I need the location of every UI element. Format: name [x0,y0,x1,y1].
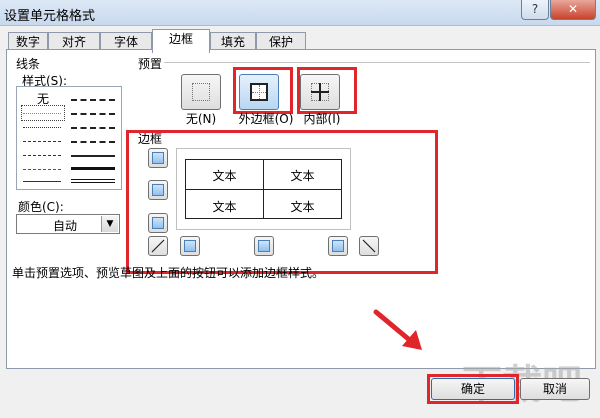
line-style-dash-dot-dot[interactable] [23,141,61,142]
tab-label: 字体 [113,35,138,49]
line-style-slant-dash-dot[interactable] [71,113,115,115]
border-top-icon [152,152,164,164]
preset-separator [164,62,590,63]
line-style-medium-dash-dot[interactable] [71,127,115,129]
border-preview[interactable]: 文本 文本 文本 文本 [176,148,351,230]
hint-text: 单击预置选项、预览草图及上面的按钮可以添加边框样式。 [12,266,325,280]
line-style-double[interactable] [71,179,115,183]
preview-grid: 文本 文本 文本 文本 [185,159,342,219]
line-style-thin[interactable] [23,181,61,182]
tab-label: 数字 [15,35,40,49]
border-diagonal-down-button[interactable] [359,236,379,256]
diagonal-down-icon [362,239,376,253]
diagonal-up-icon [151,239,165,253]
arrow-annotation [373,309,422,350]
line-style-thick[interactable] [71,167,115,170]
border-diagonal-up-button[interactable] [148,236,168,256]
preset-outline-label: 外边框(O) [238,112,294,126]
line-style-medium-dash-dot-dot[interactable] [71,99,115,101]
border-middle-horizontal-icon [152,184,164,196]
preview-cell: 文本 [290,200,315,214]
border-right-button[interactable] [328,236,348,256]
highlight-outline-preset [233,67,293,114]
border-top-button[interactable] [148,148,168,168]
line-style-medium[interactable] [71,155,115,157]
border-right-icon [332,240,344,252]
tab-label: 保护 [268,35,293,49]
preset-none-label: 无(N) [185,112,217,126]
preview-inner-horizontal [186,189,341,190]
border-none-icon [192,83,210,101]
window-title: 设置单元格格式 [4,9,96,24]
color-label: 颜色(C): [18,200,64,214]
close-button[interactable]: ✕ [550,0,596,20]
border-bottom-button[interactable] [148,213,168,233]
line-style-medium-dashed[interactable] [71,141,115,143]
border-middle-horizontal-button[interactable] [148,180,168,200]
tab-label: 填充 [220,35,245,49]
border-bottom-icon [152,217,164,229]
chevron-down-icon[interactable]: ▼ [101,216,118,232]
border-middle-vertical-button[interactable] [254,236,274,256]
tab-label: 边框 [168,32,193,46]
line-style-list[interactable]: 无 [16,86,122,190]
tab-border[interactable]: 边框 [152,29,210,53]
preset-none-button[interactable] [181,74,221,110]
border-left-button[interactable] [180,236,200,256]
preview-cell: 文本 [212,169,237,183]
line-style-dashed[interactable] [23,169,61,170]
preview-cell: 文本 [290,169,315,183]
close-icon: ✕ [567,2,579,16]
preset-inside-label: 内部(I) [303,112,341,126]
tab-label: 对齐 [61,35,86,49]
border-left-icon [184,240,196,252]
title-bar: 设置单元格格式 ? ✕ [0,0,600,26]
line-style-dotted[interactable] [23,127,61,128]
line-style-hair[interactable] [23,113,61,114]
highlight-inside-preset [297,67,357,114]
preset-group-label: 预置 [138,57,163,71]
cancel-label: 取消 [542,382,567,396]
border-middle-vertical-icon [258,240,270,252]
line-group-label: 线条 [16,57,41,71]
preview-cell: 文本 [212,200,237,214]
cancel-button[interactable]: 取消 [520,378,590,400]
color-select[interactable]: 自动 ▼ [16,214,120,234]
color-value: 自动 [53,219,78,233]
highlight-ok-button [427,374,519,404]
line-style-dash-dot[interactable] [23,155,61,156]
help-icon: ? [531,2,539,16]
help-button[interactable]: ? [521,0,549,20]
